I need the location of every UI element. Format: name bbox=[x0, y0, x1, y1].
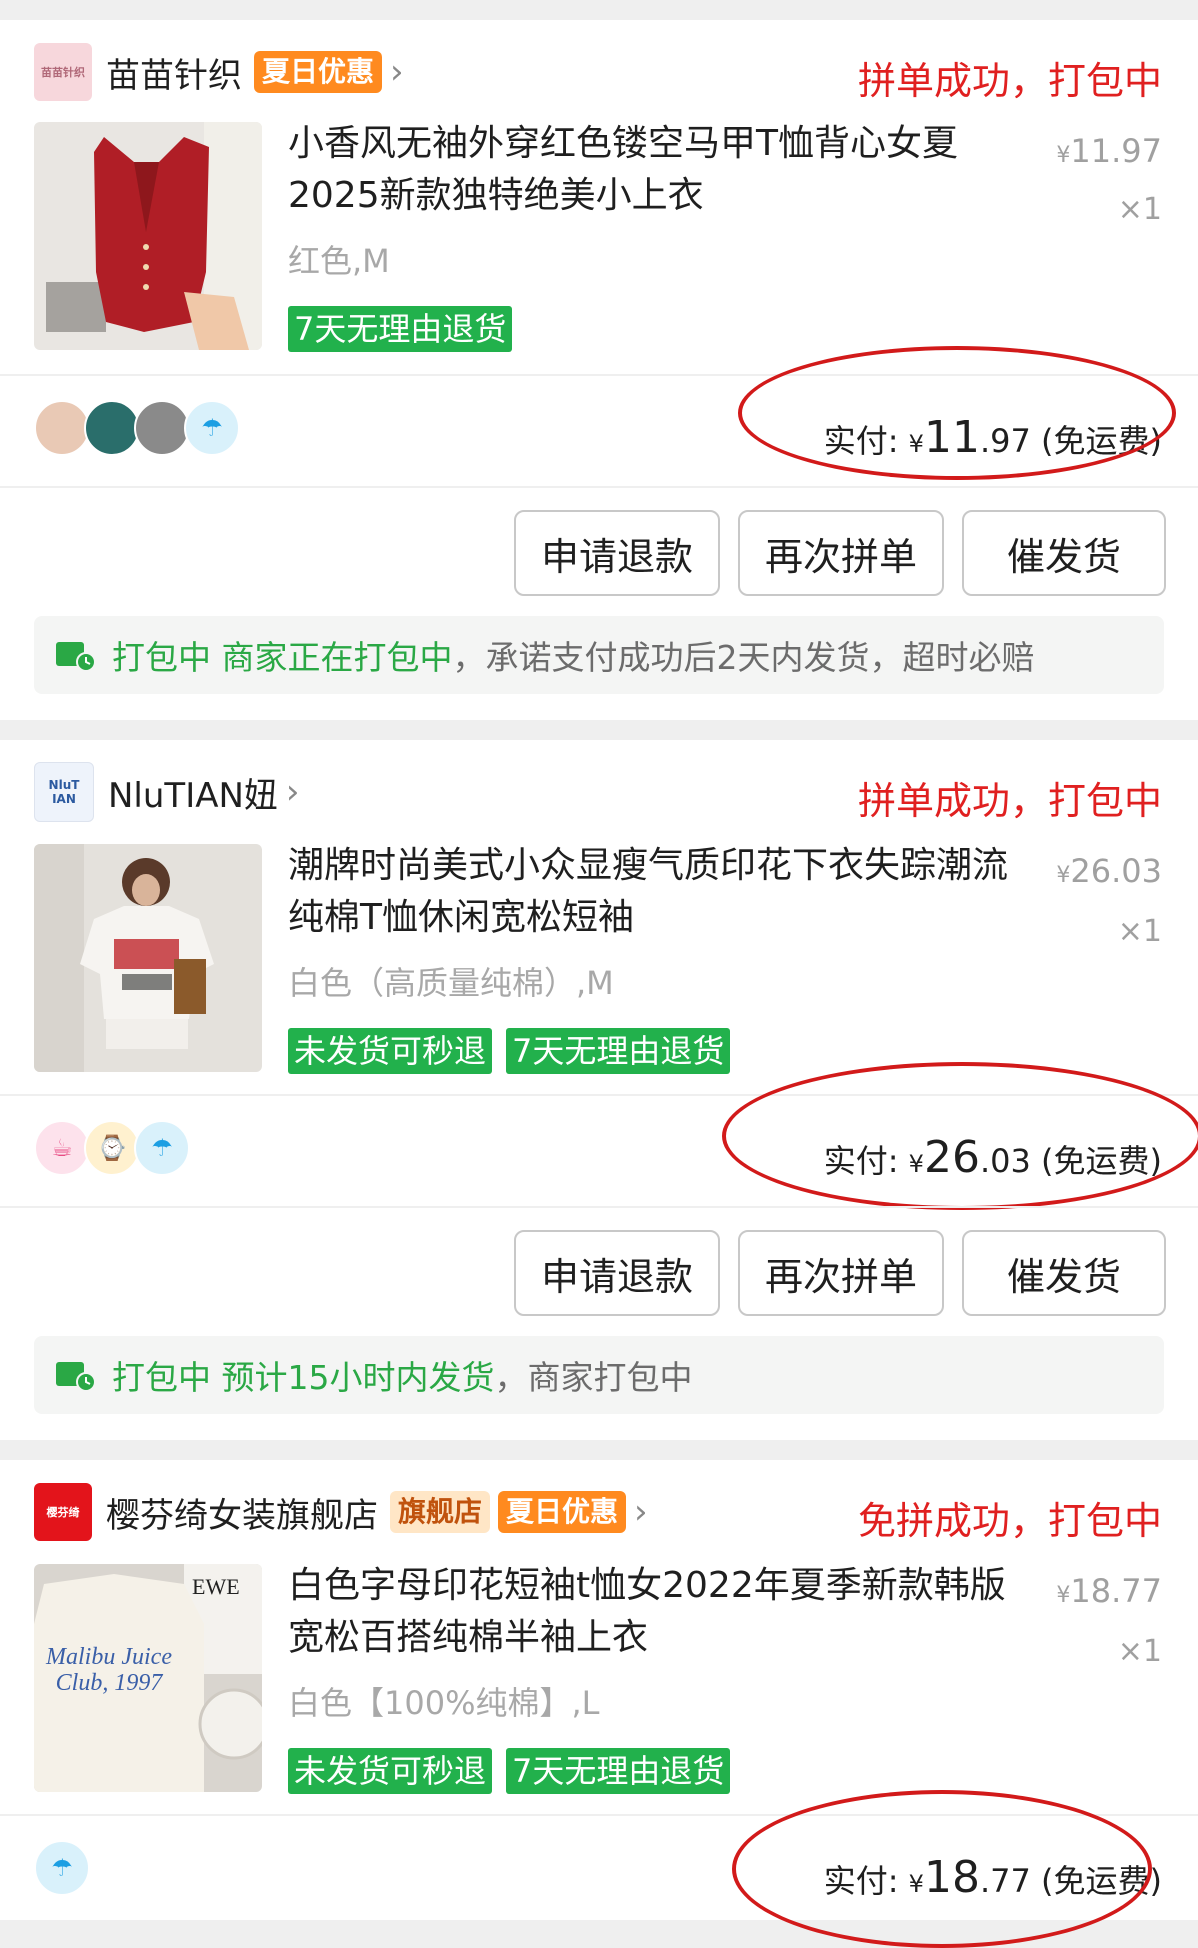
order-status: 拼单成功，打包中 bbox=[857, 59, 1162, 103]
refund-button[interactable]: 申请退款 bbox=[514, 510, 720, 596]
shop-logo: 苗苗针织 bbox=[34, 43, 92, 101]
service-badge: 未发货可秒退 bbox=[288, 1028, 493, 1074]
refund-button[interactable]: 申请退款 bbox=[514, 1230, 720, 1316]
notice-detail: ，商家打包中 bbox=[494, 1358, 693, 1397]
order-card[interactable]: 苗苗针织 苗苗针织 夏日优惠 › 拼单成功，打包中 小香风无袖外穿红色镂空马甲T… bbox=[0, 20, 1198, 720]
umbrella-icon: ☂ bbox=[134, 1120, 190, 1176]
order-status: 免拼成功，打包中 bbox=[857, 1499, 1162, 1543]
shop-logo: NluT IAN bbox=[34, 762, 94, 822]
shop-name[interactable]: NluTIAN妞 bbox=[108, 768, 278, 817]
product-title[interactable]: 白色字母印花短袖t恤女2022年夏季新款韩版宽松百搭纯棉半袖上衣 bbox=[288, 1560, 1028, 1664]
quantity: ×1 bbox=[1117, 914, 1162, 949]
logistics-notice[interactable]: 打包中 商家正在打包中 ，承诺支付成功后2天内发货，超时必赔 bbox=[34, 616, 1164, 694]
shop-header[interactable]: 苗苗针织 苗苗针织 夏日优惠 › bbox=[34, 42, 404, 102]
service-badge: 7天无理由退货 bbox=[506, 1748, 731, 1794]
notice-status: 打包中 商家正在打包中 bbox=[112, 638, 453, 677]
order-card[interactable]: NluT IAN NluTIAN妞 › 拼单成功，打包中 潮牌时尚美式小众显瘦气… bbox=[0, 740, 1198, 1440]
flagship-tag: 旗舰店 bbox=[390, 1491, 491, 1533]
umbrella-icon: ☂ bbox=[34, 1840, 90, 1896]
umbrella-icon: ☂ bbox=[184, 400, 240, 456]
service-badges: 未发货可秒退 7天无理由退货 bbox=[288, 1028, 731, 1074]
product-thumbnail[interactable] bbox=[34, 844, 262, 1072]
reorder-button[interactable]: 再次拼单 bbox=[738, 1230, 944, 1316]
product-variant: 白色【100%纯棉】,L bbox=[288, 1684, 600, 1722]
unit-price: ¥11.97 bbox=[1056, 132, 1162, 170]
logistics-notice[interactable]: 打包中 预计15小时内发货 ，商家打包中 bbox=[34, 1336, 1164, 1414]
unit-price-value: 18.77 bbox=[1070, 1572, 1162, 1610]
product-thumbnail[interactable] bbox=[34, 122, 262, 350]
service-badge: 未发货可秒退 bbox=[288, 1748, 493, 1794]
chevron-right-icon[interactable]: › bbox=[286, 772, 300, 812]
shop-logo: 樱芬绮 bbox=[34, 1483, 92, 1541]
coffee-cup-icon: ☕ bbox=[34, 1120, 90, 1176]
shop-header[interactable]: NluT IAN NluTIAN妞 › bbox=[34, 762, 300, 822]
annotation-circle bbox=[738, 346, 1176, 480]
order-list-page: 苗苗针织 苗苗针织 夏日优惠 › 拼单成功，打包中 小香风无袖外穿红色镂空马甲T… bbox=[0, 0, 1198, 1948]
notice-detail: ，承诺支付成功后2天内发货，超时必赔 bbox=[452, 638, 1035, 677]
unit-price-value: 11.97 bbox=[1070, 132, 1162, 170]
shop-logo-text: 樱芬绮 bbox=[46, 1506, 80, 1519]
promo-tag: 夏日优惠 bbox=[498, 1491, 627, 1533]
divider bbox=[0, 486, 1198, 488]
unit-price: ¥18.77 bbox=[1056, 1572, 1162, 1610]
shop-logo-text: NluT IAN bbox=[48, 778, 80, 806]
top-strip bbox=[0, 0, 1198, 20]
order-card[interactable]: 樱芬绮 樱芬绮女装旗舰店 旗舰店 夏日优惠 › 免拼成功，打包中 EWE Mal… bbox=[0, 1460, 1198, 1948]
unit-price-value: 26.03 bbox=[1070, 852, 1162, 890]
divider bbox=[0, 1206, 1198, 1208]
product-title[interactable]: 潮牌时尚美式小众显瘦气质印花下衣失踪潮流纯棉T恤休闲宽松短袖 bbox=[288, 840, 1028, 944]
chevron-right-icon[interactable]: › bbox=[634, 1492, 648, 1532]
shop-header[interactable]: 樱芬绮 樱芬绮女装旗舰店 旗舰店 夏日优惠 › bbox=[34, 1482, 648, 1542]
service-badges: 未发货可秒退 7天无理由退货 bbox=[288, 1748, 731, 1794]
avatar bbox=[34, 400, 90, 456]
service-badge: 7天无理由退货 bbox=[506, 1028, 731, 1074]
group-member-avatars[interactable]: ☂ bbox=[34, 1840, 90, 1896]
promo-tag: 夏日优惠 bbox=[254, 51, 383, 93]
notice-status: 打包中 预计15小时内发货 bbox=[112, 1358, 495, 1397]
shop-name[interactable]: 苗苗针织 bbox=[106, 48, 242, 97]
service-badge: 7天无理由退货 bbox=[288, 306, 513, 352]
reorder-button[interactable]: 再次拼单 bbox=[738, 510, 944, 596]
group-member-avatars[interactable]: ☂ bbox=[34, 400, 240, 456]
annotation-circle bbox=[732, 1790, 1152, 1948]
quantity: ×1 bbox=[1117, 192, 1162, 227]
service-badges: 7天无理由退货 bbox=[288, 306, 513, 352]
product-thumbnail[interactable]: EWE Malibu Juice Club, 1997 bbox=[34, 1564, 262, 1792]
shop-name[interactable]: 樱芬绮女装旗舰店 bbox=[106, 1488, 378, 1537]
avatar bbox=[134, 400, 190, 456]
product-variant: 红色,M bbox=[288, 242, 390, 280]
svg-text:EWE: EWE bbox=[192, 1574, 240, 1599]
product-title[interactable]: 小香风无袖外穿红色镂空马甲T恤背心女夏2025新款独特绝美小上衣 bbox=[288, 118, 1028, 222]
chevron-right-icon[interactable]: › bbox=[390, 52, 404, 92]
order-status: 拼单成功，打包中 bbox=[857, 779, 1162, 823]
annotation-circle bbox=[722, 1062, 1198, 1210]
avatar bbox=[84, 400, 140, 456]
urge-shipping-button[interactable]: 催发货 bbox=[962, 1230, 1166, 1316]
urge-shipping-button[interactable]: 催发货 bbox=[962, 510, 1166, 596]
unit-price: ¥26.03 bbox=[1056, 852, 1162, 890]
watch-icon: ⌚ bbox=[84, 1120, 140, 1176]
shirt-print-text: Malibu Juice Club, 1997 bbox=[46, 1644, 172, 1696]
group-member-avatars[interactable]: ☕ ⌚ ☂ bbox=[34, 1120, 190, 1176]
product-variant: 白色（高质量纯棉）,M bbox=[288, 964, 614, 1002]
delivery-truck-icon bbox=[56, 638, 98, 672]
shop-logo-text: 苗苗针织 bbox=[41, 66, 85, 79]
delivery-truck-icon bbox=[56, 1358, 98, 1392]
quantity: ×1 bbox=[1117, 1634, 1162, 1669]
